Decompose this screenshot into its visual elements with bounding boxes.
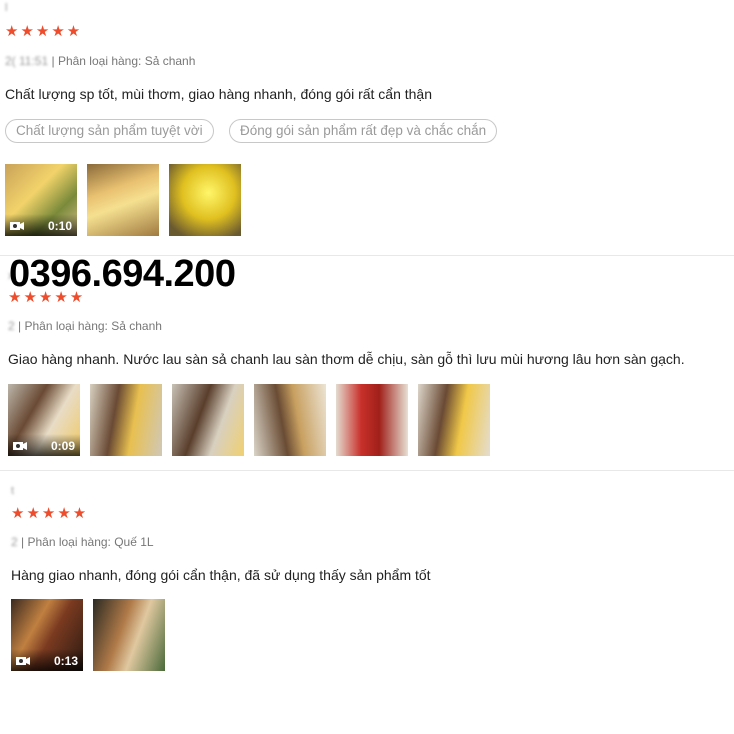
review-video-thumbnail[interactable]: 0:10 — [5, 164, 77, 236]
review-variation: | Phân loại hàng: Sả chanh — [18, 319, 162, 333]
review-meta: 2( 11:51 | Phân loại hàng: Sả chanh — [5, 54, 195, 68]
video-duration: 0:09 — [50, 439, 75, 453]
review-image-thumbnail[interactable] — [418, 384, 490, 456]
review-meta: 2 | Phân loại hàng: Quế 1L — [11, 535, 154, 549]
video-duration: 0:13 — [53, 654, 78, 668]
review-image-thumbnail[interactable] — [90, 384, 162, 456]
review-comment: Chất lượng sp tốt, mùi thơm, giao hàng n… — [5, 86, 432, 102]
review-video-thumbnail[interactable]: 0:09 — [8, 384, 80, 456]
video-camera-icon — [13, 442, 27, 450]
video-camera-icon — [16, 657, 30, 665]
review-tag: Chất lượng sản phẩm tuyệt vời — [5, 119, 214, 143]
review-date: 2 — [11, 535, 18, 549]
review-meta: 2 | Phân loại hàng: Sả chanh — [8, 319, 162, 333]
review-image-thumbnail[interactable] — [87, 164, 159, 236]
review-comment: Hàng giao nhanh, đóng gói cẩn thận, đã s… — [11, 567, 431, 583]
review-variation: | Phân loại hàng: Quế 1L — [21, 535, 154, 549]
video-camera-icon — [10, 222, 24, 230]
review-divider — [0, 470, 734, 471]
review-variation: | Phân loại hàng: Sả chanh — [51, 54, 196, 68]
review-tag: Đóng gói sản phẩm rất đẹp và chắc chắn — [229, 119, 498, 143]
review-date: 2( 11:51 — [5, 54, 49, 68]
review-video-thumbnail[interactable]: 0:13 — [11, 599, 83, 671]
review-image-thumbnail[interactable] — [93, 599, 165, 671]
overlay-phone-number: 0396.694.200 — [9, 253, 236, 295]
review-comment: Giao hàng nhanh. Nước lau sàn sả chanh l… — [8, 351, 685, 367]
video-duration: 0:10 — [47, 219, 72, 233]
reviewer-username[interactable]: l — [5, 2, 7, 14]
rating-stars: ★★★★★ — [11, 505, 89, 522]
review-image-thumbnail[interactable] — [172, 384, 244, 456]
review-image-thumbnail[interactable] — [336, 384, 408, 456]
review-image-thumbnail[interactable] — [254, 384, 326, 456]
review-date: 2 — [8, 319, 15, 333]
rating-stars: ★★★★★ — [5, 23, 83, 40]
reviewer-username[interactable]: t — [11, 485, 14, 497]
review-image-thumbnail[interactable] — [169, 164, 241, 236]
